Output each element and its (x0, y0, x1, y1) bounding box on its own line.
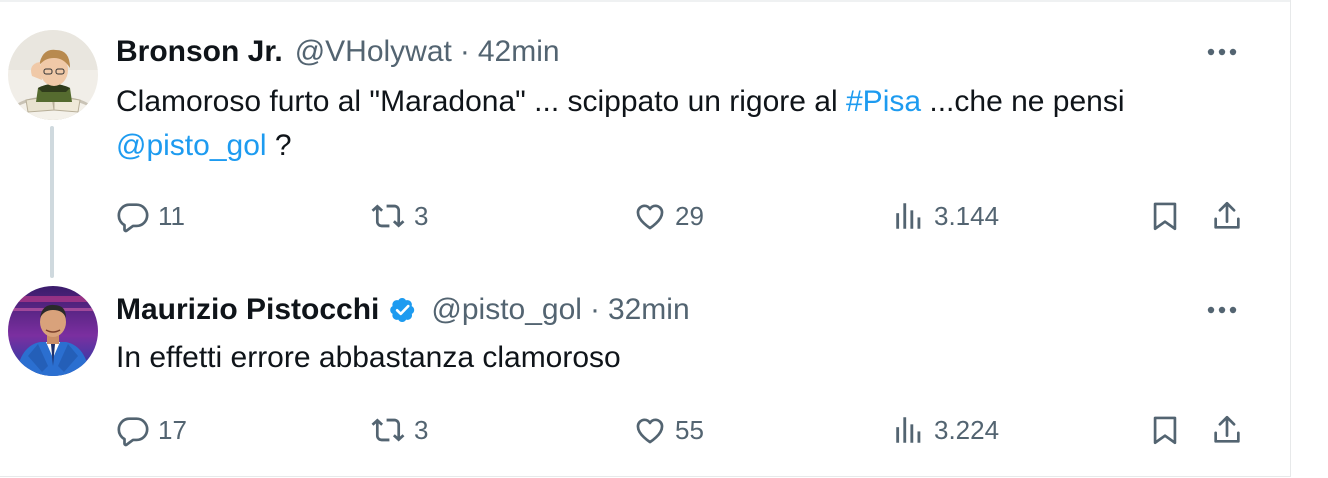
more-options-button[interactable] (1202, 32, 1242, 72)
heart-icon (636, 418, 664, 444)
hashtag-link[interactable]: #Pisa (846, 85, 921, 118)
timestamp[interactable]: 32min (608, 293, 690, 327)
user-handle[interactable]: @VHolywat (295, 35, 452, 69)
bookmark-icon (1153, 416, 1177, 445)
tweet-reply[interactable]: Maurizio Pistocchi @pisto_gol · 32min In… (0, 278, 1290, 476)
conversation-thread: Bronson Jr. @VHolywat · 42min Clamoroso … (0, 0, 1291, 477)
bookmark-button[interactable] (1148, 192, 1182, 240)
tweet-header: Bronson Jr. @VHolywat · 42min (116, 32, 560, 72)
repost-icon (371, 418, 405, 442)
views-chart-icon (896, 417, 921, 443)
views-count: 3.224 (934, 414, 1000, 445)
share-button[interactable] (1210, 192, 1244, 240)
share-icon (1214, 415, 1240, 443)
avatar[interactable] (8, 286, 98, 376)
action-bar: 11 3 29 3.144 (116, 192, 1256, 240)
timestamp[interactable]: 42min (478, 35, 560, 69)
action-bar: 17 3 55 3.224 (116, 406, 1256, 454)
more-options-button[interactable] (1202, 290, 1242, 330)
heart-icon (636, 204, 664, 230)
avatar-man-blue-suit-icon (8, 286, 98, 376)
views-count: 3.144 (934, 200, 1000, 231)
like-count: 29 (675, 200, 704, 231)
tweet-text-part: ? (266, 129, 292, 162)
reply-icon (117, 417, 149, 447)
avatar[interactable] (8, 30, 98, 120)
display-name[interactable]: Maurizio Pistocchi (116, 293, 379, 327)
reply-count: 11 (158, 200, 185, 231)
bookmark-icon (1153, 202, 1177, 231)
avatar-child-reading-icon (8, 30, 98, 120)
verified-badge-icon (390, 298, 415, 322)
more-horizontal-icon (1207, 48, 1237, 56)
like-button[interactable]: 55 (633, 406, 704, 454)
like-button[interactable]: 29 (633, 192, 704, 240)
tweet-text: Clamoroso furto al "Maradona" ... scippa… (116, 80, 1256, 168)
reply-button[interactable]: 11 (116, 192, 185, 240)
like-count: 55 (675, 414, 704, 445)
separator-dot: · (589, 293, 600, 326)
reply-icon (117, 203, 149, 233)
display-name[interactable]: Bronson Jr. (116, 35, 283, 69)
views-button[interactable]: 3.224 (892, 406, 999, 454)
share-button[interactable] (1210, 406, 1244, 454)
tweet-original[interactable]: Bronson Jr. @VHolywat · 42min Clamoroso … (0, 0, 1290, 250)
tweet-text-part: Clamoroso furto al "Maradona" ... scippa… (116, 85, 846, 118)
tweet-header: Maurizio Pistocchi @pisto_gol · 32min (116, 290, 690, 330)
repost-icon (371, 204, 405, 228)
tweet-text-part: ...che ne pensi (921, 85, 1125, 118)
repost-count: 3 (414, 200, 429, 231)
user-handle[interactable]: @pisto_gol (431, 293, 582, 327)
bookmark-button[interactable] (1148, 406, 1182, 454)
tweet-text: In effetti errore abbastanza clamoroso (116, 341, 621, 374)
verified-badge[interactable] (387, 294, 419, 326)
separator-dot: · (459, 35, 470, 68)
views-chart-icon (896, 203, 921, 229)
share-icon (1214, 201, 1240, 229)
repost-button[interactable]: 3 (370, 406, 428, 454)
mention-link[interactable]: @pisto_gol (116, 129, 267, 162)
repost-count: 3 (414, 414, 429, 445)
more-horizontal-icon (1207, 306, 1237, 314)
reply-count: 17 (158, 414, 187, 445)
views-button[interactable]: 3.144 (892, 192, 999, 240)
repost-button[interactable]: 3 (370, 192, 428, 240)
reply-button[interactable]: 17 (116, 406, 187, 454)
